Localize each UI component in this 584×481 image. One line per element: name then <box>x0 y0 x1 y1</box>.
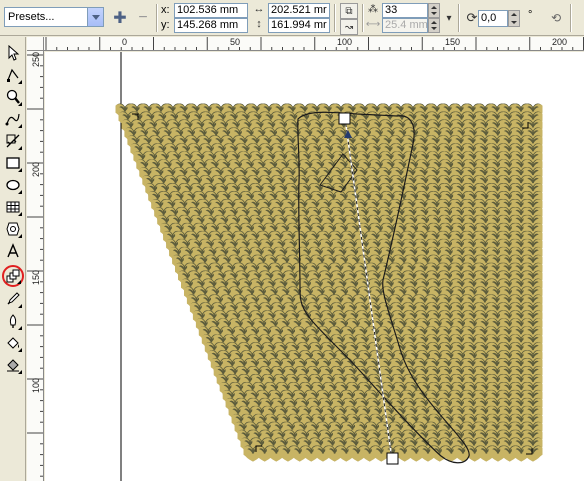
blend-group[interactable] <box>114 103 544 462</box>
eyedropper-tool-icon[interactable] <box>3 289 23 309</box>
toolbox <box>0 37 26 481</box>
presets-label: Presets... <box>8 11 55 23</box>
ruler-origin[interactable] <box>27 37 44 51</box>
coreldraw-window: Presets... ✚ − x: y: 102.536 mm 145.268 … <box>0 0 584 481</box>
blend-spacing-icon: ⟷ <box>365 18 381 30</box>
blend-end-handle[interactable] <box>386 452 399 465</box>
drawing-canvas[interactable] <box>45 52 584 481</box>
blend-spacing-field[interactable]: 25.4 mm <box>382 18 428 33</box>
width-icon: ↔ <box>253 3 265 15</box>
height-icon: ↕ <box>256 18 262 30</box>
toolbar-separator <box>156 4 158 32</box>
rotation-field[interactable]: 0,0 <box>478 10 508 27</box>
degree-symbol: ° <box>528 9 533 21</box>
horizontal-ruler[interactable]: 0 50 100 150 200 <box>44 37 584 51</box>
blend-start-handle[interactable] <box>338 112 351 125</box>
zoom-tool-icon[interactable] <box>3 87 23 107</box>
text-tool-icon[interactable] <box>3 241 23 261</box>
y-label: y: <box>161 19 170 31</box>
remove-preset-icon[interactable]: − <box>133 8 153 28</box>
blend-steps-field[interactable]: 33 <box>382 3 428 18</box>
ellipse-tool-icon[interactable] <box>3 175 23 195</box>
property-bar: Presets... ✚ − x: y: 102.536 mm 145.268 … <box>0 0 584 36</box>
toolbar-separator <box>458 4 460 32</box>
ruler-label: 50 <box>230 37 241 47</box>
blend-path-icon[interactable]: ↝ <box>340 19 358 35</box>
ruler-label: 100 <box>31 377 41 393</box>
chevron-down-icon[interactable] <box>87 8 103 26</box>
smart-fill-tool-icon[interactable] <box>3 131 23 151</box>
blend-objects-icon[interactable]: ⧉ <box>340 3 358 19</box>
drawing-surface[interactable] <box>45 52 584 481</box>
height-field[interactable]: 161.994 mr <box>268 18 330 33</box>
loop-blend-icon[interactable]: ⟲ <box>546 8 566 28</box>
ruler-label: 200 <box>31 161 41 177</box>
toolbar-separator <box>334 4 336 32</box>
add-preset-icon[interactable]: ✚ <box>110 8 130 28</box>
ruler-label: 100 <box>337 37 353 47</box>
presets-dropdown[interactable]: Presets... <box>4 7 104 27</box>
more-options-icon[interactable]: ▾ <box>442 10 456 26</box>
blend-tool-icon[interactable] <box>2 265 24 287</box>
y-position-field[interactable]: 145.268 mm <box>174 18 248 33</box>
spacing-spinner[interactable] <box>428 18 440 33</box>
pick-tool-icon[interactable] <box>3 43 23 63</box>
ruler-label: 0 <box>122 37 128 47</box>
steps-spinner[interactable] <box>428 3 440 18</box>
vertical-ruler-ticks <box>27 54 43 477</box>
rotation-spinner[interactable] <box>508 10 520 27</box>
x-position-field[interactable]: 102.536 mm <box>174 3 248 18</box>
x-label: x: <box>161 4 170 16</box>
graph-paper-tool-icon[interactable] <box>3 197 23 217</box>
fill-tool-icon[interactable] <box>3 333 23 353</box>
vertical-ruler[interactable]: 250 200 150 100 <box>27 51 44 481</box>
ruler-label: 250 <box>31 51 41 67</box>
ruler-label: 150 <box>445 37 461 47</box>
basic-shapes-tool-icon[interactable] <box>3 219 23 239</box>
shape-tool-icon[interactable] <box>3 65 23 85</box>
freehand-tool-icon[interactable] <box>3 109 23 129</box>
toolbar-separator <box>570 4 572 32</box>
ruler-label: 200 <box>552 37 568 47</box>
blend-steps-icon: ⁂ <box>368 3 378 15</box>
ruler-label: 150 <box>31 269 41 285</box>
toolbar-separator <box>362 4 364 32</box>
rectangle-tool-icon[interactable] <box>3 153 23 173</box>
interactive-fill-tool-icon[interactable] <box>3 355 23 375</box>
outline-tool-icon[interactable] <box>3 311 23 331</box>
width-field[interactable]: 202.521 mr <box>268 3 330 18</box>
